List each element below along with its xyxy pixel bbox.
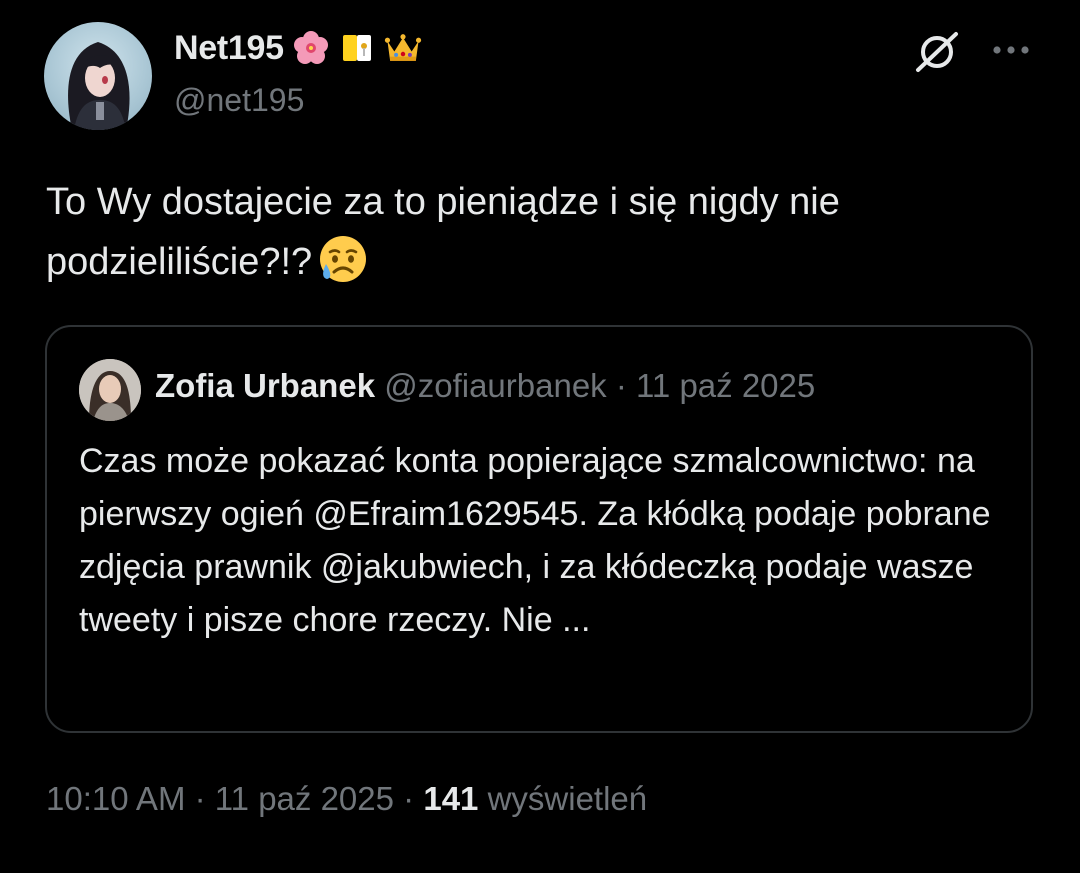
views-count[interactable]: 141 xyxy=(423,780,478,817)
tweet-text-content: To Wy dostajecie za to pieniądze i się n… xyxy=(46,181,840,283)
tweet-text: To Wy dostajecie za to pieniądze i się n… xyxy=(46,172,1036,302)
tweet-meta: 10:10 AM · 11 paź 2025 · 141 wyświetleń xyxy=(46,780,647,818)
quoted-tweet-date[interactable]: 11 paź 2025 xyxy=(636,367,815,404)
quoted-author-handle[interactable]: @zofiaurbanek xyxy=(384,367,606,404)
views-label[interactable]: wyświetleń xyxy=(488,780,648,817)
quoted-tweet-card[interactable]: Zofia Urbanek @zofiaurbanek · 11 paź 202… xyxy=(45,325,1033,733)
quoted-header-separator: · xyxy=(615,367,627,404)
meta-separator: · xyxy=(403,780,415,817)
author-name-row: Net195 xyxy=(174,26,422,70)
quoted-author-avatar[interactable] xyxy=(79,359,141,421)
hibiscus-emoji-icon xyxy=(292,29,330,67)
quoted-tweet-header: Zofia Urbanek @zofiaurbanek · 11 paź 202… xyxy=(155,367,815,405)
tweet: Net195 @net195 To Wy dostajecie za to pi… xyxy=(0,0,1080,873)
crown-icon xyxy=(384,29,422,67)
grok-icon[interactable] xyxy=(912,30,962,74)
tweet-date[interactable]: 11 paź 2025 xyxy=(215,780,394,817)
quoted-author-name[interactable]: Zofia Urbanek xyxy=(155,367,375,404)
sad-but-relieved-face-icon xyxy=(318,234,368,302)
author-avatar[interactable] xyxy=(44,22,152,130)
quoted-tweet-text: Czas może pokazać konta popierające szma… xyxy=(79,442,991,639)
author-display-name[interactable]: Net195 xyxy=(174,29,284,68)
author-handle[interactable]: @net195 xyxy=(174,82,304,119)
vatican-flag-icon xyxy=(338,29,376,67)
meta-separator: · xyxy=(194,780,206,817)
tweet-time[interactable]: 10:10 AM xyxy=(46,780,185,817)
more-options-icon[interactable] xyxy=(990,40,1032,60)
